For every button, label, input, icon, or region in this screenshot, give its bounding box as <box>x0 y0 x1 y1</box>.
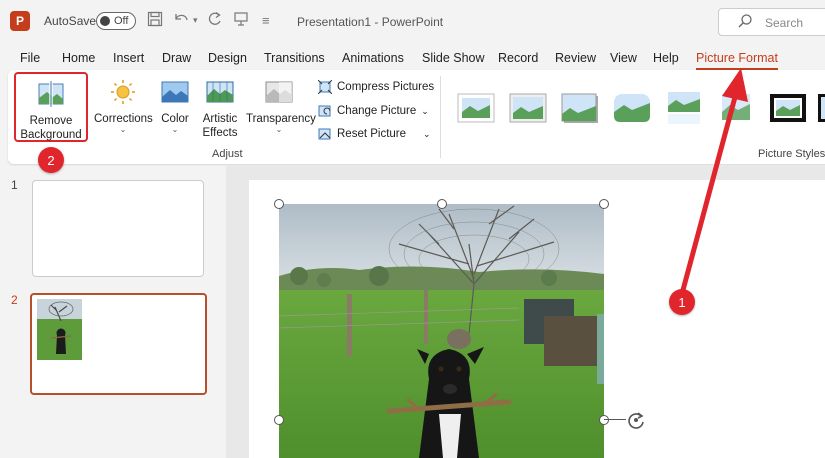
picture-style-simple-frame[interactable] <box>456 90 496 126</box>
compress-pictures-button[interactable]: Compress Pictures <box>318 80 434 94</box>
slide-thumbnails-pane: 1 2 <box>0 166 225 458</box>
present-icon[interactable] <box>233 11 249 32</box>
change-picture-label: Change Picture <box>337 105 417 117</box>
resize-handle-right[interactable] <box>599 415 609 425</box>
reset-picture-label: Reset Picture <box>337 128 407 140</box>
color-label: Color <box>161 113 189 125</box>
autosave-toggle[interactable]: Off <box>96 12 136 30</box>
remove-background-label-2: Background <box>20 129 82 141</box>
chevron-down-icon: ⌄ <box>171 125 179 134</box>
artistic-effects-label-2: Effects <box>202 127 238 139</box>
corrections-button[interactable]: Corrections ⌄ <box>94 78 153 134</box>
sun-icon <box>111 80 135 104</box>
color-button[interactable]: Color ⌄ <box>158 78 192 134</box>
autosave-label: AutoSave <box>44 14 97 28</box>
callout-step-1: 1 <box>669 289 695 315</box>
search-box[interactable]: Search <box>718 8 825 36</box>
picture-style-soft-edge[interactable] <box>716 90 756 126</box>
tab-picture-format[interactable]: Picture Format <box>696 51 778 70</box>
tab-record[interactable]: Record <box>498 51 538 65</box>
picture-style-reflected[interactable] <box>664 90 704 126</box>
resize-handle-top-right[interactable] <box>599 199 609 209</box>
thumbnail-dog-photo <box>37 299 82 360</box>
tab-animations[interactable]: Animations <box>342 51 404 65</box>
remove-background-icon <box>38 81 64 107</box>
tab-transitions[interactable]: Transitions <box>264 51 325 65</box>
rotate-handle-connector <box>604 419 626 420</box>
remove-background-label-1: Remove <box>29 115 73 127</box>
picture-style-rounded[interactable] <box>612 90 652 126</box>
slide-number-1: 1 <box>11 178 18 192</box>
rotate-handle-icon[interactable] <box>626 410 646 430</box>
chevron-down-icon: ⌄ <box>119 125 127 134</box>
ribbon-panel: Remove Background Corrections ⌄ Color ⌄ … <box>8 70 825 164</box>
adjust-group-label: Adjust <box>212 148 243 160</box>
transparency-icon <box>265 81 293 103</box>
powerpoint-logo-icon: P <box>10 11 30 31</box>
remove-background-button[interactable]: Remove Background <box>14 72 88 142</box>
tab-home[interactable]: Home <box>62 51 95 65</box>
picture-style-beveled[interactable] <box>508 90 548 126</box>
tab-insert[interactable]: Insert <box>113 51 144 65</box>
autosave-state: Off <box>114 15 129 27</box>
ribbon-group-divider <box>440 76 441 158</box>
tab-design[interactable]: Design <box>208 51 247 65</box>
tab-view[interactable]: View <box>610 51 637 65</box>
change-picture-button[interactable]: Change Picture ⌄ <box>318 104 429 118</box>
resize-handle-top[interactable] <box>437 199 447 209</box>
slide-thumbnail-2[interactable] <box>30 293 207 395</box>
undo-icon[interactable] <box>173 11 191 32</box>
ribbon-tabs: File Home Insert Draw Design Transitions… <box>0 45 825 70</box>
color-icon <box>161 81 189 103</box>
transparency-button[interactable]: Transparency ⌄ <box>246 78 316 134</box>
redo-icon[interactable] <box>207 11 223 32</box>
title-bar: P AutoSave Off ▾ ≡ Presentation1 - Power… <box>0 0 825 42</box>
tab-help[interactable]: Help <box>653 51 679 65</box>
compress-pictures-label: Compress Pictures <box>337 81 435 93</box>
reset-picture-button[interactable]: Reset Picture ⌄ <box>318 127 431 141</box>
document-title: Presentation1 - PowerPoint <box>297 15 444 29</box>
resize-handle-left[interactable] <box>274 415 284 425</box>
reset-picture-icon <box>318 128 331 140</box>
search-placeholder: Search <box>765 16 804 30</box>
compress-icon <box>318 80 332 94</box>
picture-styles-group-label: Picture Styles <box>758 148 825 160</box>
toggle-knob <box>100 16 110 26</box>
transparency-label: Transparency <box>246 113 316 125</box>
chevron-down-icon: ⌄ <box>423 128 431 139</box>
customize-qat-icon[interactable]: ≡ <box>262 13 270 28</box>
callout-step-2: 2 <box>38 147 64 173</box>
picture-style-black-frame[interactable] <box>768 90 808 126</box>
save-icon[interactable] <box>147 11 163 32</box>
undo-dropdown-icon[interactable]: ▾ <box>193 15 198 26</box>
tab-file[interactable]: File <box>20 51 40 65</box>
artistic-effects-button[interactable]: Artistic Effects <box>200 78 240 140</box>
selected-picture-dog[interactable] <box>279 204 604 458</box>
tab-slide-show[interactable]: Slide Show <box>422 51 485 65</box>
slide-number-2: 2 <box>11 293 18 307</box>
tab-draw[interactable]: Draw <box>162 51 191 65</box>
slide-thumbnail-1[interactable] <box>32 180 204 277</box>
picture-style-drop-shadow[interactable] <box>560 90 600 126</box>
artistic-effects-icon <box>206 81 234 103</box>
change-picture-icon <box>318 105 331 117</box>
tab-review[interactable]: Review <box>555 51 596 65</box>
chevron-down-icon: ⌄ <box>275 125 283 134</box>
chevron-down-icon: ⌄ <box>421 105 429 116</box>
corrections-label: Corrections <box>94 113 153 125</box>
picture-style-thick-frame[interactable] <box>816 90 825 126</box>
resize-handle-top-left[interactable] <box>274 199 284 209</box>
search-icon <box>737 13 753 32</box>
artistic-effects-label-1: Artistic <box>202 113 238 125</box>
